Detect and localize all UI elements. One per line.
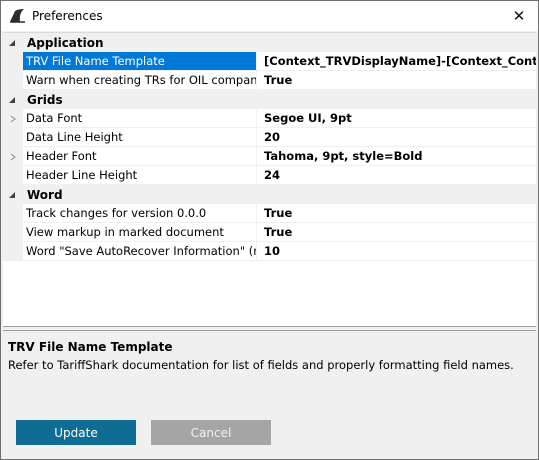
category-row[interactable]: Application	[3, 33, 536, 52]
cancel-button[interactable]: Cancel	[151, 420, 271, 445]
description-title: TRV File Name Template	[8, 340, 173, 354]
property-name[interactable]: Header Line Height	[23, 166, 256, 185]
property-row[interactable]: Data Font Segoe UI, 9pt	[3, 109, 536, 128]
expand-chevron-icon[interactable]	[3, 147, 23, 166]
category-label: Application	[27, 35, 104, 50]
row-margin	[3, 204, 23, 223]
collapse-arrow-icon[interactable]	[3, 96, 21, 104]
collapse-arrow-icon[interactable]	[3, 191, 21, 199]
property-row[interactable]: Header Line Height 24	[3, 166, 536, 185]
property-name[interactable]: Data Font	[23, 109, 256, 128]
row-margin	[3, 166, 23, 185]
close-icon[interactable]: ✕	[506, 3, 532, 29]
property-value[interactable]: Segoe UI, 9pt	[257, 109, 536, 128]
expand-chevron-icon[interactable]	[3, 109, 23, 128]
category-label: Word	[27, 187, 63, 202]
property-name[interactable]: Header Font	[23, 147, 256, 166]
property-grid[interactable]: Application TRV File Name Template [Contex…	[3, 32, 536, 327]
property-value[interactable]: 10	[257, 242, 536, 261]
description-panel: TRV File Name Template Refer to TariffSh…	[3, 330, 536, 395]
property-name[interactable]: Data Line Height	[23, 128, 256, 147]
property-row[interactable]: Data Line Height 20	[3, 128, 536, 147]
row-margin	[3, 52, 23, 71]
property-value[interactable]: Tahoma, 9pt, style=Bold	[257, 147, 536, 166]
collapse-arrow-icon[interactable]	[3, 39, 21, 47]
row-margin	[3, 71, 23, 90]
property-name[interactable]: TRV File Name Template	[23, 52, 256, 71]
property-row[interactable]: View markup in marked document True	[3, 223, 536, 242]
window-title: Preferences	[32, 9, 103, 23]
property-value[interactable]: True	[257, 71, 536, 90]
update-button[interactable]: Update	[16, 420, 136, 445]
category-label: Grids	[27, 92, 63, 107]
property-value[interactable]: True	[257, 223, 536, 242]
row-margin	[3, 223, 23, 242]
property-name[interactable]: Track changes for version 0.0.0	[23, 204, 256, 223]
preferences-window: Preferences ✕ Application TRV File Name T…	[0, 0, 539, 460]
property-row[interactable]: Header Font Tahoma, 9pt, style=Bold	[3, 147, 536, 166]
property-row[interactable]: Warn when creating TRs for OIL companies…	[3, 71, 536, 90]
row-margin	[3, 128, 23, 147]
category-row[interactable]: Word	[3, 185, 536, 204]
description-text: Refer to TariffShark documentation for l…	[8, 358, 514, 372]
property-name[interactable]: View markup in marked document	[23, 223, 256, 242]
property-name[interactable]: Word "Save AutoRecover Information" (min…	[23, 242, 256, 261]
property-value[interactable]: 24	[257, 166, 536, 185]
property-value[interactable]: True	[257, 204, 536, 223]
property-name[interactable]: Warn when creating TRs for OIL companies	[23, 71, 256, 90]
property-row[interactable]: Track changes for version 0.0.0 True	[3, 204, 536, 223]
property-value[interactable]: 20	[257, 128, 536, 147]
property-row[interactable]: TRV File Name Template [Context_TRVDispla…	[3, 52, 536, 71]
property-value[interactable]: [Context_TRVDisplayName]-[Context_Conten…	[257, 52, 536, 71]
shark-fin-icon	[9, 8, 25, 24]
category-row[interactable]: Grids	[3, 90, 536, 109]
row-margin	[3, 242, 23, 261]
title-bar: Preferences ✕	[1, 1, 538, 31]
property-row[interactable]: Word "Save AutoRecover Information" (min…	[3, 242, 536, 261]
